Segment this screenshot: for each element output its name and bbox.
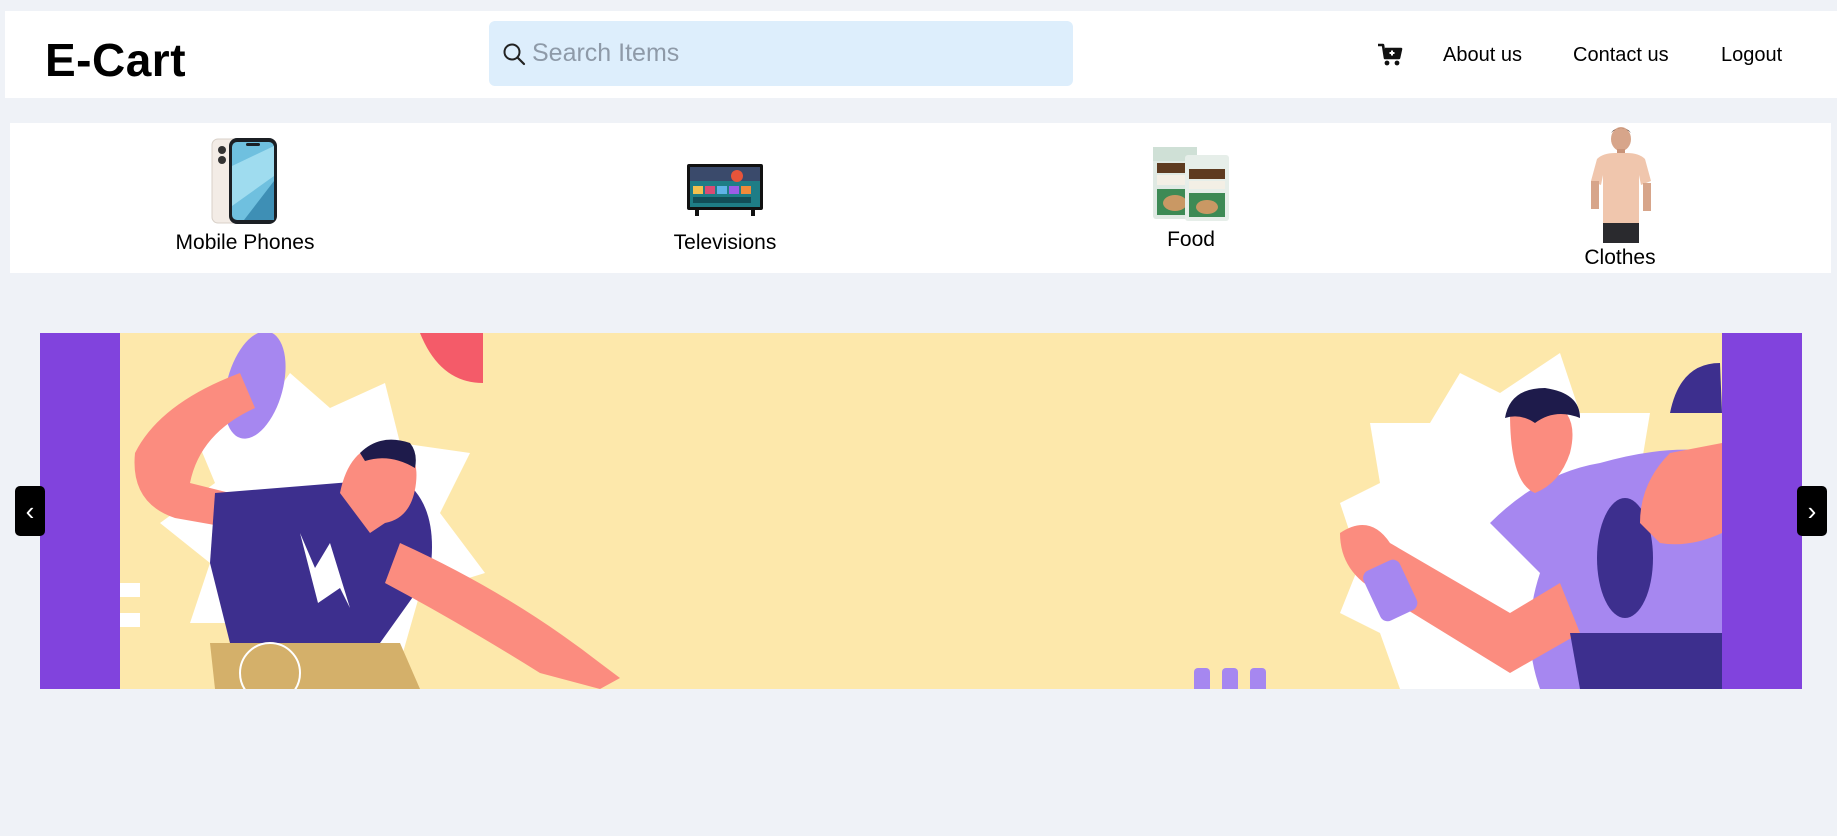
atta-packet-image <box>1153 147 1229 221</box>
category-mobile-phones[interactable]: Mobile Phones <box>165 123 325 273</box>
promo-banner-carousel[interactable] <box>40 333 1802 689</box>
television-image <box>687 164 763 216</box>
category-clothes[interactable]: Clothes <box>1550 123 1690 273</box>
top-navbar: E-Cart About us Contact us Logout <box>5 11 1837 98</box>
carousel-next-button[interactable]: › <box>1797 486 1827 536</box>
cart-icon[interactable] <box>1376 41 1404 69</box>
search-bar[interactable] <box>489 21 1073 86</box>
tshirt-model-image <box>1591 127 1651 243</box>
category-food[interactable]: Food <box>1111 123 1271 273</box>
nav-about-us-link[interactable]: About us <box>1443 43 1522 67</box>
mobile-phone-image <box>211 138 277 224</box>
category-bar: Mobile Phones Televisions Food Clothes <box>10 123 1831 273</box>
search-input[interactable] <box>532 31 1052 76</box>
category-label-clothes: Clothes <box>1584 246 1656 269</box>
category-label-food: Food <box>1167 228 1215 251</box>
category-label-televisions: Televisions <box>673 231 777 254</box>
nav-logout-link[interactable]: Logout <box>1721 43 1782 67</box>
carousel-prev-button[interactable]: ‹ <box>15 486 45 536</box>
brand-logo[interactable]: E-Cart <box>45 37 186 83</box>
nav-contact-us-link[interactable]: Contact us <box>1573 43 1669 67</box>
category-label-mobile-phones: Mobile Phones <box>175 231 315 254</box>
search-icon <box>503 43 526 66</box>
category-televisions[interactable]: Televisions <box>650 123 800 273</box>
sports-illustration-banner <box>40 333 1802 689</box>
